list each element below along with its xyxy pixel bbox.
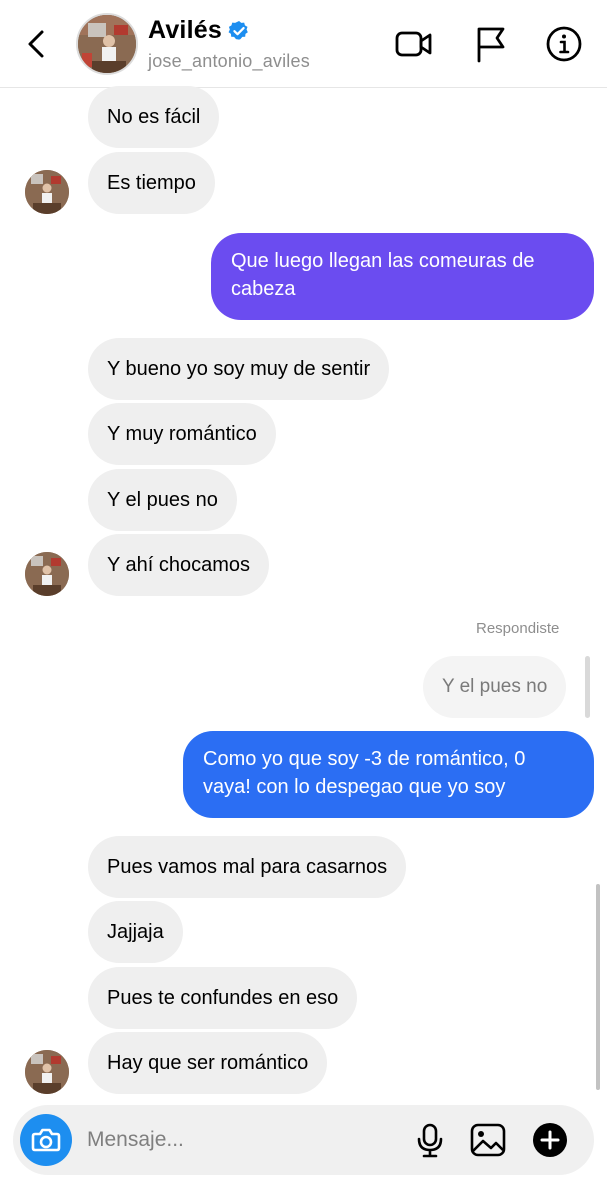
sender-avatar[interactable] — [25, 552, 69, 596]
chat-header: Avilés jose_antonio_aviles — [0, 0, 607, 88]
verified-badge-icon — [228, 20, 248, 40]
received-message[interactable]: No es fácil — [88, 86, 220, 148]
camera-icon — [31, 1128, 61, 1152]
sender-avatar[interactable] — [25, 170, 69, 214]
sent-message[interactable]: Como yo que soy -3 de romántico, 0 vaya!… — [183, 731, 594, 818]
camera-button[interactable] — [20, 1114, 72, 1166]
contact-name: Avilés — [148, 16, 222, 44]
received-message[interactable]: Hay que ser romántico — [88, 1032, 328, 1094]
sent-message[interactable]: Que luego llegan las comeuras de cabeza — [211, 233, 594, 320]
profile-avatar[interactable] — [76, 13, 138, 75]
video-call-icon[interactable] — [394, 24, 434, 64]
received-message[interactable]: Y ahí chocamos — [88, 534, 270, 596]
scrollbar[interactable] — [596, 884, 600, 1090]
message-input[interactable] — [87, 1125, 397, 1155]
contact-name-row[interactable]: Avilés — [148, 16, 250, 45]
plus-icon[interactable] — [531, 1121, 569, 1159]
received-message[interactable]: Pues vamos mal para casarnos — [88, 836, 407, 898]
received-message[interactable]: Jajjaja — [88, 901, 183, 963]
contact-username: jose_antonio_aviles — [148, 51, 310, 71]
message-composer — [13, 1105, 594, 1175]
received-message[interactable]: Y muy romántico — [88, 403, 276, 465]
received-message[interactable]: Y bueno yo soy muy de sentir — [88, 338, 390, 400]
reply-indicator-bar — [585, 656, 590, 718]
received-message[interactable]: Pues te confundes en eso — [88, 967, 358, 1029]
sender-avatar[interactable] — [25, 1050, 69, 1094]
gallery-icon[interactable] — [469, 1121, 507, 1159]
microphone-icon[interactable] — [411, 1121, 449, 1159]
quoted-message[interactable]: Y el pues no — [423, 656, 567, 718]
flag-icon[interactable] — [470, 24, 510, 64]
received-message[interactable]: Y el pues no — [88, 469, 237, 531]
received-message[interactable]: Es tiempo — [88, 152, 215, 214]
replied-label: Respondiste — [476, 620, 560, 637]
back-arrow-icon[interactable] — [20, 26, 56, 62]
info-icon[interactable] — [544, 24, 584, 64]
